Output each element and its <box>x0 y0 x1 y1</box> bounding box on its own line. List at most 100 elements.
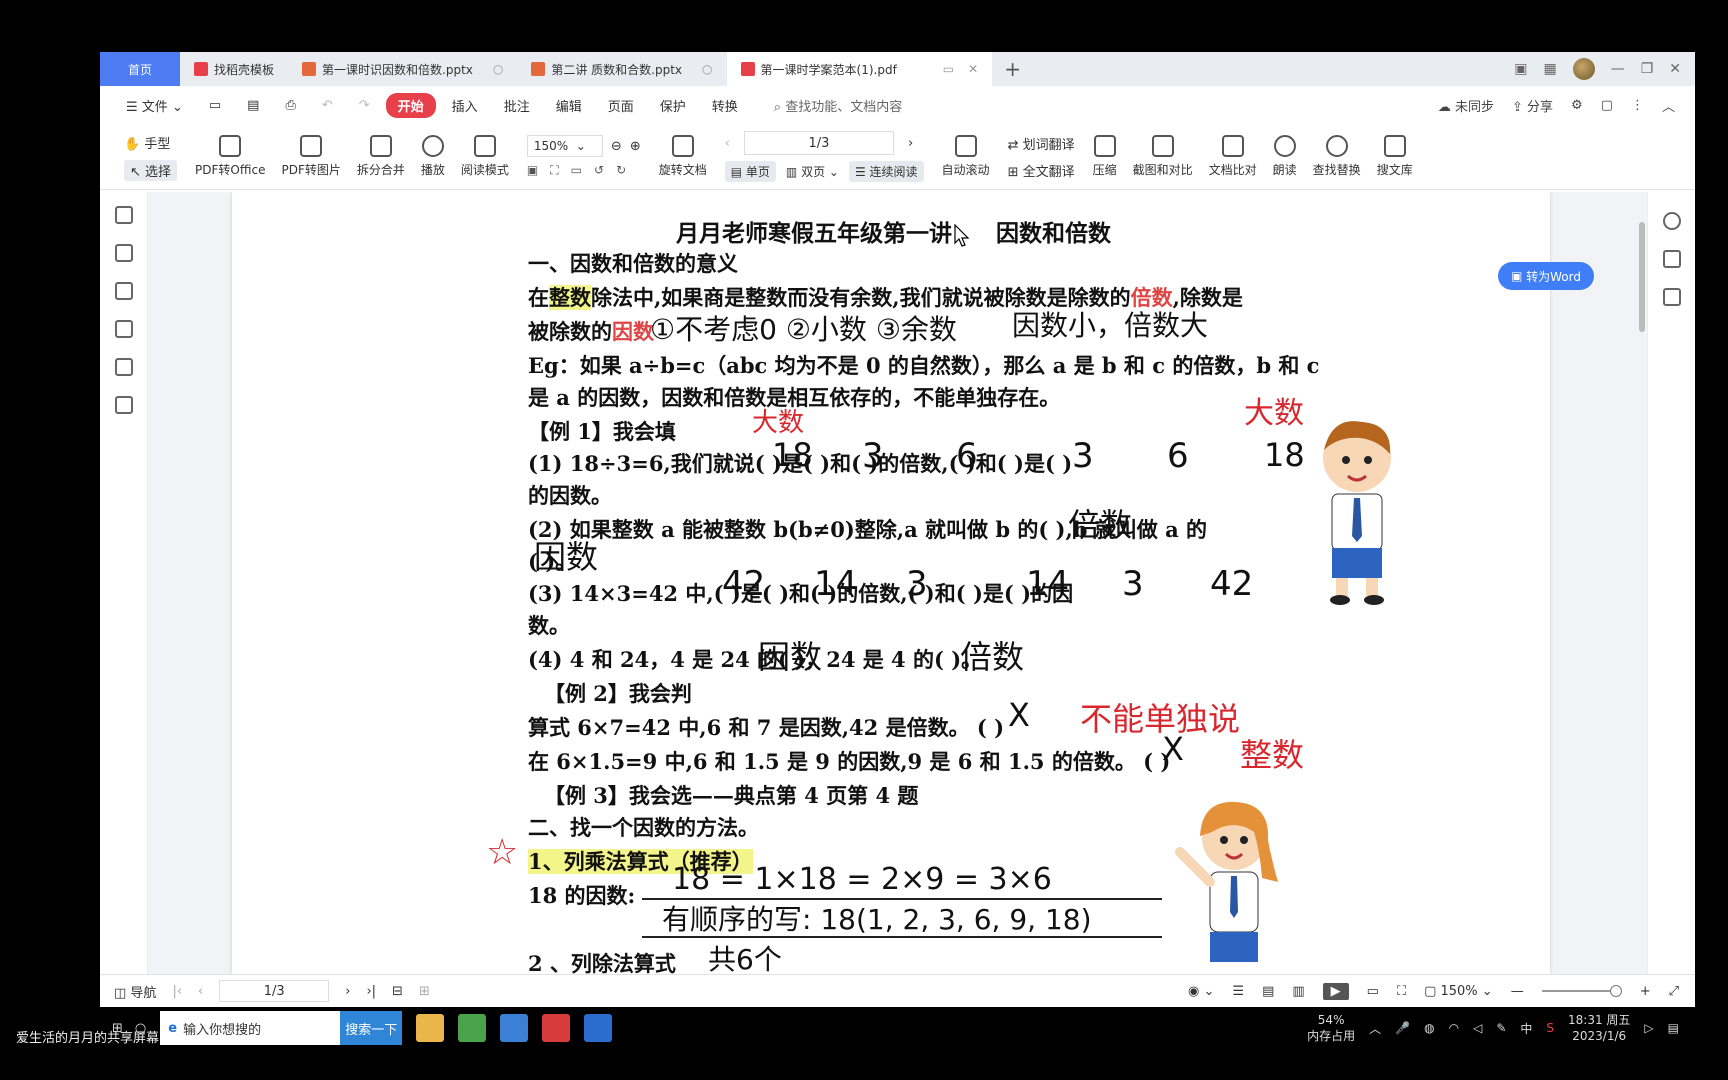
hamburger-icon[interactable]: ☰ 文件 ⌄ <box>116 93 193 118</box>
fit-width-icon[interactable]: ▭ <box>571 163 582 178</box>
clock[interactable]: 18:31 周五 2023/1/6 <box>1568 1012 1630 1044</box>
last-page-icon[interactable]: ›| <box>366 984 376 999</box>
collapse-icon[interactable]: ︿ <box>1662 96 1675 115</box>
menu-insert[interactable]: 插入 <box>442 93 488 118</box>
read-aloud-button[interactable]: 朗读 <box>1265 135 1305 178</box>
menu-protect[interactable]: 保护 <box>650 93 696 118</box>
feature-search[interactable]: ⌕ 查找功能、文档内容 <box>774 96 902 115</box>
undo-icon[interactable]: ↶ <box>312 95 343 116</box>
menu-page[interactable]: 页面 <box>598 93 644 118</box>
close-icon[interactable]: ○ <box>493 62 503 76</box>
minimize-icon[interactable]: — <box>1611 61 1625 77</box>
print-icon[interactable]: ⎙ <box>275 95 305 116</box>
zoom-slider[interactable] <box>1541 985 1622 997</box>
redo-icon[interactable]: ↷ <box>349 95 380 116</box>
forward-icon[interactable]: ⊞ <box>419 984 430 999</box>
zoom-out-icon[interactable]: ⊖ <box>611 139 622 154</box>
vertical-scrollbar[interactable] <box>1637 192 1647 974</box>
pin-icon[interactable]: ▭ <box>943 62 954 76</box>
prev-page-icon[interactable]: ‹ <box>725 136 730 151</box>
sync-button[interactable]: ☁ 未同步 <box>1438 96 1494 115</box>
browser-search-button[interactable]: 搜索一下 <box>340 1011 403 1045</box>
zoom-in-icon[interactable]: + <box>1640 984 1651 999</box>
sogou-icon[interactable]: S <box>1546 1021 1554 1035</box>
library-side-icon[interactable] <box>1662 288 1681 306</box>
play-button[interactable]: 播放 <box>413 135 453 178</box>
zoom-slider-knob[interactable] <box>1609 985 1622 997</box>
page-input[interactable]: 1/3 <box>743 131 894 155</box>
library-button[interactable]: 搜文库 <box>1369 135 1421 178</box>
comment-icon[interactable]: ▢ <box>1601 98 1613 113</box>
close-icon[interactable]: ✕ <box>968 62 978 76</box>
tab-template[interactable]: 找稻壳模板 <box>180 52 288 86</box>
tab-home[interactable]: 首页 <box>100 52 180 86</box>
wifi-icon[interactable]: ◠ <box>1449 1021 1459 1035</box>
double-page-button[interactable]: ▥ 双页 ⌄ <box>780 161 845 182</box>
menu-convert[interactable]: 转换 <box>702 93 748 118</box>
compress-button[interactable]: 压缩 <box>1085 135 1125 178</box>
save-icon[interactable]: ▤ <box>237 95 269 116</box>
fit-width-icon[interactable]: ▭ <box>1367 984 1379 999</box>
split-merge-button[interactable]: 拆分合并 <box>349 135 413 178</box>
app-icon[interactable] <box>500 1014 529 1042</box>
signature-icon[interactable] <box>114 358 133 376</box>
menu-start[interactable]: 开始 <box>385 92 436 118</box>
word-translate-button[interactable]: ⇄ 划词翻译 <box>1008 134 1075 153</box>
avatar[interactable] <box>1572 58 1595 80</box>
more-icon[interactable]: ⋮ <box>1631 98 1644 113</box>
auto-scroll-button[interactable]: 自动滚动 <box>934 135 998 178</box>
full-translate-button[interactable]: ⊞ 全文翻译 <box>1008 161 1075 180</box>
continuous-view-icon[interactable]: ☰ <box>1232 984 1244 999</box>
fit-icon[interactable]: ▣ <box>527 163 538 178</box>
browser-search-box[interactable]: e 输入你想搜的 <box>160 1011 341 1045</box>
attachment-icon[interactable] <box>114 320 133 338</box>
open-icon[interactable]: ▭ <box>199 95 231 116</box>
ime-indicator[interactable]: 中 <box>1520 1020 1532 1037</box>
show-desktop-icon[interactable]: ▷ <box>1644 1021 1653 1035</box>
first-page-icon[interactable]: |‹ <box>172 984 182 999</box>
browser-icon[interactable] <box>458 1014 487 1042</box>
share-button[interactable]: ⇪ 分享 <box>1512 96 1553 115</box>
thumbnail-icon[interactable] <box>114 244 133 262</box>
compare-button[interactable]: 文档比对 <box>1201 135 1265 178</box>
tab-pdf-active[interactable]: 第一课时学案范本(1).pdf ▭ ✕ <box>726 52 993 86</box>
adjust-icon[interactable] <box>1662 250 1681 268</box>
apps-grid-icon[interactable]: ▦ <box>1543 61 1556 77</box>
close-window-icon[interactable]: ✕ <box>1669 61 1681 77</box>
read-mode-button[interactable]: 阅读模式 <box>453 135 517 178</box>
rotate-left-icon[interactable]: ↺ <box>594 163 604 178</box>
menu-annotate[interactable]: 批注 <box>494 93 540 118</box>
folder-icon[interactable] <box>416 1014 445 1042</box>
fit-page-icon[interactable]: ⛶ <box>1397 984 1406 999</box>
document-viewport[interactable]: 月月老师寒假五年级第一讲 因数和倍数 一、因数和倍数的意义 在整数除法中,如果商… <box>148 192 1647 974</box>
comment-icon[interactable] <box>114 282 133 300</box>
layout-icon[interactable]: ▣ <box>1514 61 1527 77</box>
meeting-icon[interactable] <box>584 1014 613 1042</box>
convert-to-word-button[interactable]: ▣ 转为Word <box>1498 262 1594 290</box>
single-view-icon[interactable]: ▤ <box>1262 984 1274 999</box>
microphone-icon[interactable]: 🎤 <box>1395 1021 1410 1035</box>
status-page-input[interactable]: 1/3 <box>219 980 330 1002</box>
pdf-to-office-button[interactable]: PDF转Office <box>187 135 273 178</box>
prev-page-icon[interactable]: ‹ <box>198 984 203 999</box>
rotate-doc-button[interactable]: 旋转文档 <box>651 135 715 178</box>
nav-button[interactable]: ◫ 导航 <box>114 982 156 1001</box>
tab-pptx-2[interactable]: 第二讲 质数和合数.pptx ○ <box>517 52 726 86</box>
double-view-icon[interactable]: ▥ <box>1292 984 1304 999</box>
select-tool[interactable]: ↖ 选择 <box>124 159 178 181</box>
menu-edit[interactable]: 编辑 <box>546 93 592 118</box>
hand-tool[interactable]: ✋ 手型 <box>124 133 177 152</box>
find-replace-button[interactable]: 查找替换 <box>1305 135 1369 178</box>
eye-care-icon[interactable]: ◉ ⌄ <box>1188 984 1214 999</box>
chevron-up-icon[interactable]: ︿ <box>1369 1020 1381 1037</box>
close-icon[interactable]: ○ <box>702 62 712 76</box>
zoom-out-icon[interactable]: — <box>1511 984 1524 999</box>
scrollbar-thumb[interactable] <box>1639 222 1645 332</box>
memory-usage[interactable]: 54% 内存占用 <box>1307 1012 1355 1044</box>
tab-pptx-1[interactable]: 第一课时识因数和倍数.pptx ○ <box>288 52 517 86</box>
settings-icon[interactable]: ⚙ <box>1571 98 1583 113</box>
rotate-right-icon[interactable]: ↻ <box>616 163 626 178</box>
screenshot-button[interactable]: 截图和对比 <box>1125 135 1201 178</box>
fit-page-icon[interactable]: ⛶ <box>550 163 558 178</box>
play-icon[interactable]: ▶ <box>1322 982 1349 1000</box>
